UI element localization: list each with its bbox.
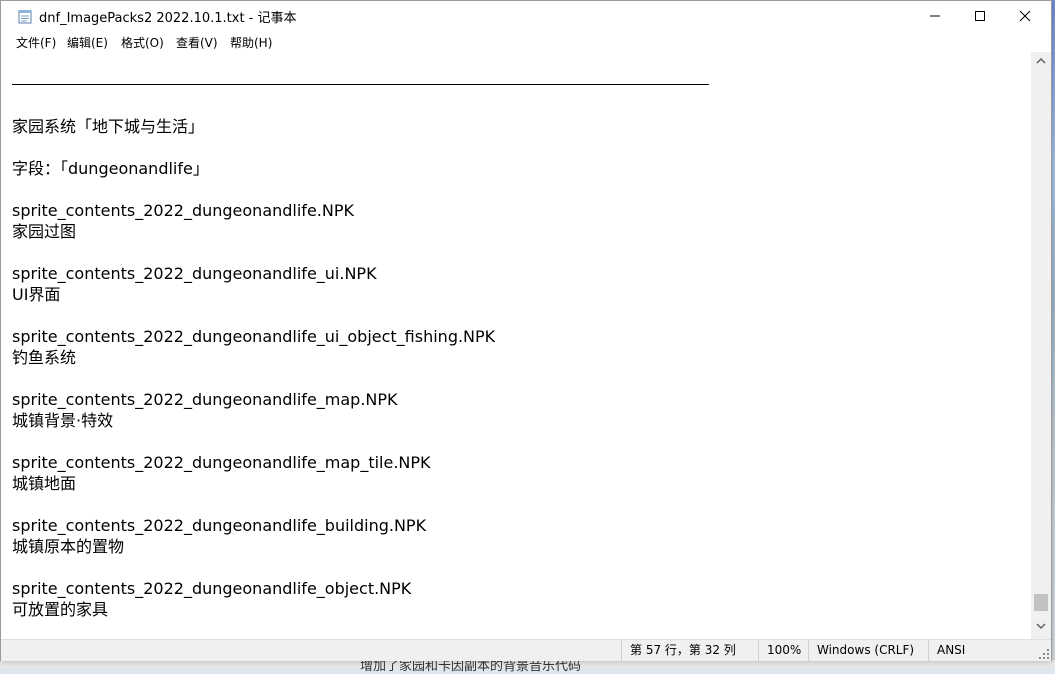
text-line: 字段：「dungeonandlife」 — [12, 159, 209, 178]
text-line: 钓鱼系统 — [12, 348, 77, 367]
menu-bar: 文件(F) 编辑(E) 格式(O) 查看(V) 帮助(H) — [1, 31, 1051, 52]
text-line: 家园过图 — [12, 222, 77, 241]
scrollbar-thumb[interactable] — [1034, 594, 1048, 611]
text-line: sprite_contents_2022_dungeonandlife_obje… — [12, 579, 412, 598]
notepad-window: dnf_ImagePacks2 2022.10.1.txt - 记事本 文件(F… — [0, 0, 1052, 661]
text-line: 家园系统「地下城与生活」 — [12, 117, 205, 136]
maximize-icon — [975, 11, 985, 21]
menu-file[interactable]: 文件(F) — [16, 34, 56, 51]
title-bar[interactable]: dnf_ImagePacks2 2022.10.1.txt - 记事本 — [1, 1, 1051, 31]
menu-edit[interactable]: 编辑(E) — [67, 34, 108, 51]
text-line: sprite_contents_2022_dungeonandlife_buil… — [12, 516, 427, 535]
text-line: sprite_contents_2022_dungeonandlife.NPK — [12, 201, 354, 220]
line-ending: Windows (CRLF) — [808, 640, 928, 661]
notepad-icon — [18, 10, 32, 24]
cursor-position: 第 57 行，第 32 列 — [621, 640, 758, 661]
text-line: sprite_contents_2022_dungeonandlife_ui.N… — [12, 264, 377, 283]
encoding: ANSI — [928, 640, 1038, 661]
text-line: 城镇背景·特效 — [12, 411, 114, 430]
text-editor[interactable]: 家园系统「地下城与生活」 字段：「dungeonandlife」 sprite_… — [1, 52, 1031, 639]
close-icon — [1019, 10, 1031, 22]
scroll-up-arrow-icon[interactable] — [1036, 57, 1046, 65]
text-line: UI界面 — [12, 285, 61, 304]
text-line: 城镇地面 — [12, 474, 77, 493]
minimize-button[interactable] — [912, 1, 958, 31]
text-line: 可放置的家具 — [12, 600, 109, 619]
text-line: sprite_contents_2022_dungeonandlife_map_… — [12, 453, 431, 472]
minimize-icon — [930, 15, 940, 17]
menu-help[interactable]: 帮助(H) — [230, 34, 272, 51]
text-line: sprite_contents_2022_dungeonandlife_map.… — [12, 390, 398, 409]
text-line: sprite_contents_2022_dungeonandlife_ui_o… — [12, 327, 496, 346]
vertical-scrollbar[interactable] — [1031, 52, 1051, 639]
window-title: dnf_ImagePacks2 2022.10.1.txt - 记事本 — [39, 11, 297, 26]
close-button[interactable] — [1002, 1, 1048, 31]
zoom-level: 100% — [758, 640, 808, 661]
scroll-down-arrow-icon[interactable] — [1036, 622, 1046, 630]
menu-format[interactable]: 格式(O) — [121, 34, 164, 51]
status-bar: 第 57 行，第 32 列 100% Windows (CRLF) ANSI — [1, 639, 1051, 661]
resize-grip-icon[interactable] — [1039, 649, 1049, 659]
text-line: 城镇原本的置物 — [12, 537, 125, 556]
maximize-button[interactable] — [957, 1, 1003, 31]
menu-view[interactable]: 查看(V) — [176, 34, 218, 51]
text-divider-line — [12, 84, 709, 85]
